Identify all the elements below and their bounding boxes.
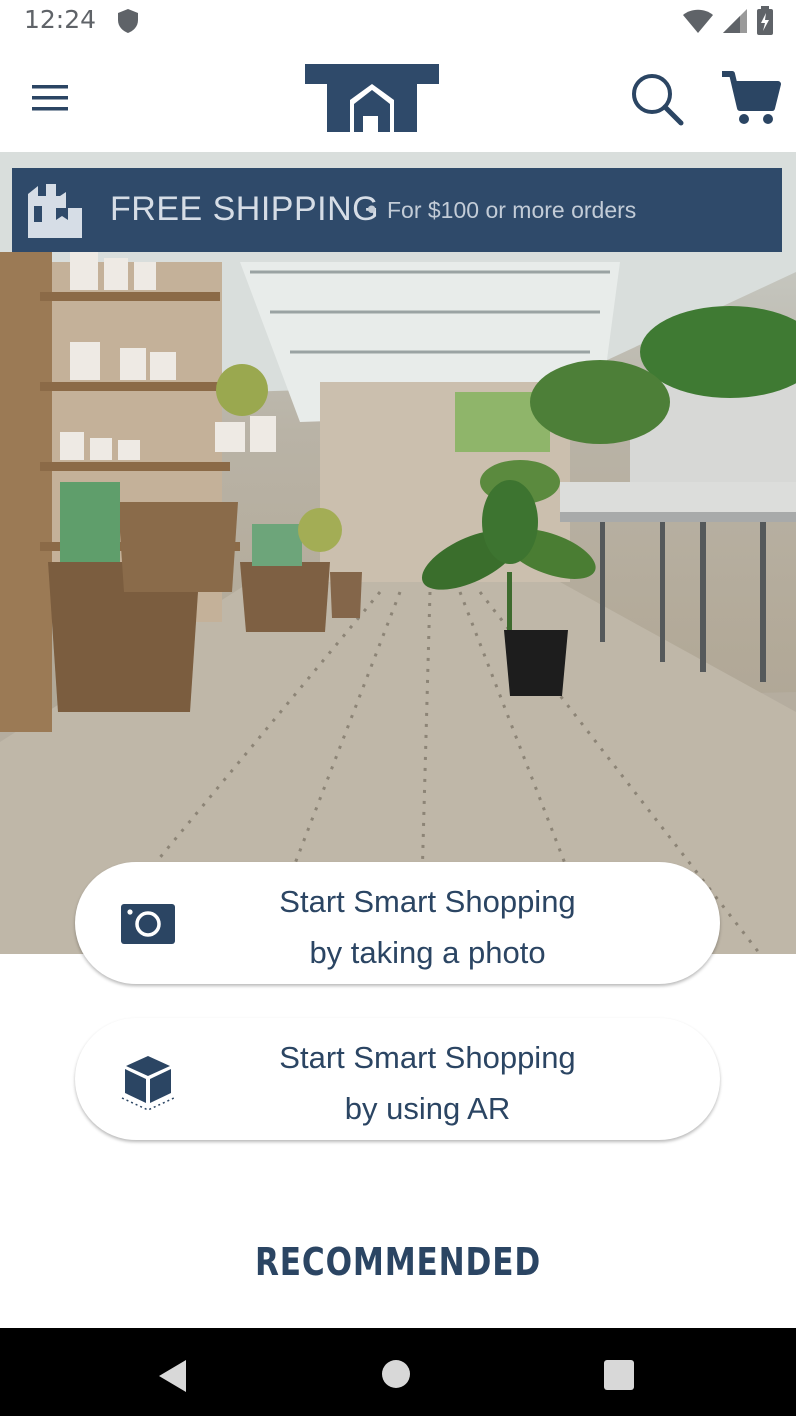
- recommended-heading: RECOMMENDED: [254, 1240, 542, 1284]
- free-shipping-banner[interactable]: FREE SHIPPING • For $100 or more orders: [12, 168, 782, 252]
- smart-shopping-ar-line1: Start Smart Shopping: [279, 1040, 576, 1075]
- smart-shopping-photo-label: Start Smart Shopping by taking a photo: [225, 876, 630, 978]
- shield-icon: [116, 8, 140, 38]
- system-nav-bar: [0, 1328, 796, 1416]
- search-icon[interactable]: [628, 70, 686, 128]
- status-time: 12:24: [24, 5, 97, 34]
- banner-subtitle: For $100 or more orders: [387, 197, 637, 223]
- battery-charging-icon: [756, 6, 774, 40]
- signal-icon: [722, 8, 748, 38]
- hero-image: FREE SHIPPING • For $100 or more orders: [0, 152, 796, 954]
- smart-shopping-ar-button[interactable]: Start Smart Shopping by using AR: [75, 1018, 720, 1140]
- banner-title: FREE SHIPPING: [110, 190, 380, 228]
- hamburger-menu-icon[interactable]: [28, 80, 72, 116]
- greenhouse-store-illustration: [0, 152, 796, 954]
- smart-shopping-ar-line2: by using AR: [344, 1091, 511, 1126]
- smart-shopping-photo-line1: Start Smart Shopping: [279, 884, 576, 919]
- smart-shopping-photo-line2: by taking a photo: [309, 935, 546, 970]
- status-icons: [682, 6, 774, 40]
- app-header: [0, 42, 796, 152]
- store-logo[interactable]: [302, 60, 442, 134]
- home-icon[interactable]: [382, 1360, 410, 1388]
- ar-cube-icon: [119, 1054, 177, 1116]
- cart-icon[interactable]: [720, 68, 782, 128]
- banner-separator: •: [364, 196, 380, 226]
- recents-icon[interactable]: [604, 1360, 634, 1390]
- smart-shopping-photo-button[interactable]: Start Smart Shopping by taking a photo: [75, 862, 720, 984]
- wifi-icon: [682, 8, 714, 38]
- back-icon[interactable]: [156, 1358, 190, 1398]
- smart-shopping-ar-label: Start Smart Shopping by using AR: [225, 1032, 630, 1134]
- status-bar: 12:24: [0, 0, 796, 42]
- camera-icon: [119, 898, 177, 950]
